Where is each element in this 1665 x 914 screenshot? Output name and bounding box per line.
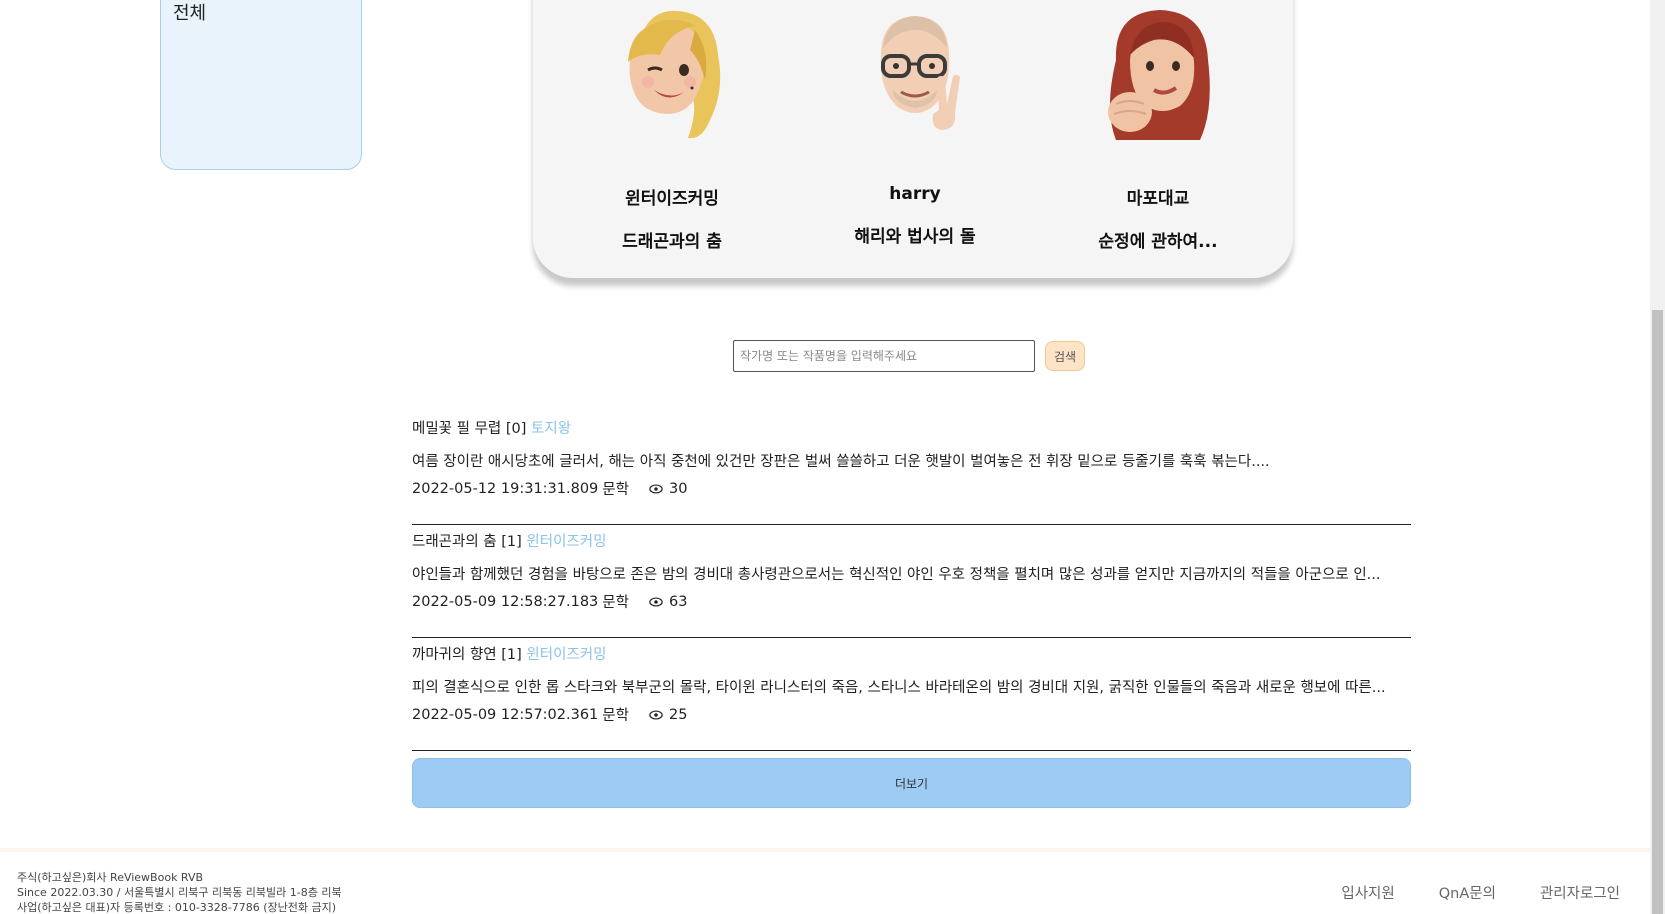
list-item[interactable]: 메밀꽃 필 무렵 [0] 토지왕 여름 장이란 애시당초에 글러서, 해는 아직… — [412, 412, 1411, 525]
review-meta: 2022-05-12 19:31:31.809 문학 30 — [412, 478, 687, 499]
bald-man-glasses-peace-memoji-icon — [853, 0, 977, 150]
review-author-link[interactable]: 윈터이즈커밍 — [526, 647, 606, 663]
author-book-title: 해리와 법사의 돌 — [854, 227, 976, 247]
author-name: 윈터이즈커밍 — [625, 189, 719, 209]
review-author-link[interactable]: 토지왕 — [531, 421, 571, 437]
list-item[interactable]: 까마귀의 향연 [1] 윈터이즈커밍 피의 결혼식으로 인한 롭 스타크와 북부… — [412, 638, 1411, 751]
view-count: 25 — [668, 706, 688, 723]
view-count: 30 — [668, 480, 688, 497]
review-title-line: 까마귀의 향연 [1] 윈터이즈커밍 — [412, 643, 606, 664]
eye-icon — [649, 596, 663, 607]
review-date: 2022-05-12 19:31:31.809 — [412, 480, 599, 497]
review-title-line: 메밀꽃 필 무렵 [0] 토지왕 — [412, 417, 571, 438]
review-meta: 2022-05-09 12:57:02.361 문학 25 — [412, 704, 687, 725]
featured-authors-card: 윈터이즈커밍 드래곤과의 춤 harry 해리와 법사의 돌 마포대교 순정에 … — [533, 0, 1293, 278]
review-category: 문학 — [602, 708, 629, 724]
load-more-button[interactable]: 더보기 — [412, 758, 1411, 808]
review-list: 메밀꽃 필 무렵 [0] 토지왕 여름 장이란 애시당초에 글러서, 해는 아직… — [412, 412, 1411, 751]
footer-company-info: 주식(하고싶은)회사 ReViewBook RVB Since 2022.03.… — [17, 870, 342, 914]
review-title[interactable]: 까마귀의 향연 [1] — [412, 647, 522, 663]
blonde-woman-winking-memoji-icon — [610, 0, 734, 150]
review-category: 문학 — [602, 482, 629, 498]
footer-link-careers[interactable]: 입사지원 — [1341, 882, 1394, 903]
search-button[interactable]: 검색 — [1045, 341, 1086, 371]
category-all[interactable]: 전체 — [173, 0, 206, 25]
author-card-3[interactable]: 마포대교 순정에 관하여... — [1068, 0, 1248, 252]
footer-link-qna[interactable]: QnA문의 — [1439, 882, 1496, 903]
author-name: 마포대교 — [1126, 189, 1190, 209]
review-title[interactable]: 메밀꽃 필 무렵 [0] — [412, 421, 526, 437]
footer-links: 입사지원 QnA문의 관리자로그인 — [1341, 882, 1620, 903]
author-card-2[interactable]: harry 해리와 법사의 돌 — [825, 0, 1005, 247]
review-author-link[interactable]: 윈터이즈커밍 — [526, 534, 606, 550]
review-title[interactable]: 드래곤과의 춤 [1] — [412, 534, 522, 550]
author-book-title: 순정에 관하여... — [1098, 232, 1218, 252]
review-date: 2022-05-09 12:57:02.361 — [412, 706, 599, 723]
scrollbar-thumb[interactable] — [1652, 310, 1663, 914]
eye-icon — [649, 709, 663, 720]
footer-line-registration: 사업(하고싶은 대표)자 등록번호 : 010-3328-7786 (장난전화 … — [17, 901, 337, 914]
review-date: 2022-05-09 12:58:27.183 — [412, 593, 599, 610]
review-category: 문학 — [602, 595, 629, 611]
search-input[interactable] — [733, 340, 1035, 372]
review-excerpt: 피의 결혼식으로 인한 롭 스타크와 북부군의 몰락, 타이윈 라니스터의 죽음… — [412, 680, 1386, 696]
review-title-line: 드래곤과의 춤 [1] 윈터이즈커밍 — [412, 530, 606, 551]
footer-link-admin-login[interactable]: 관리자로그인 — [1540, 882, 1620, 903]
footer-line-company: 주식(하고싶은)회사 ReViewBook RVB — [17, 871, 204, 884]
scrollbar[interactable] — [1650, 0, 1665, 914]
eye-icon — [649, 483, 663, 494]
footer-divider — [0, 848, 1650, 852]
author-book-title: 드래곤과의 춤 — [622, 232, 722, 252]
author-card-1[interactable]: 윈터이즈커밍 드래곤과의 춤 — [582, 0, 762, 252]
red-hair-woman-fist-memoji-icon — [1096, 0, 1220, 150]
review-excerpt: 야인들과 함께했던 경험을 바탕으로 존은 밤의 경비대 총사령관으로서는 혁신… — [412, 567, 1381, 583]
author-name: harry — [889, 184, 941, 204]
search-bar: 검색 — [733, 340, 1086, 372]
view-count: 63 — [668, 593, 688, 610]
list-item[interactable]: 드래곤과의 춤 [1] 윈터이즈커밍 야인들과 함께했던 경험을 바탕으로 존은… — [412, 525, 1411, 638]
category-sidebar: 전체 — [160, 0, 362, 170]
footer-line-address: Since 2022.03.30 / 서울특별시 리북구 리북동 리북빌라 1-… — [17, 886, 342, 899]
review-meta: 2022-05-09 12:58:27.183 문학 63 — [412, 591, 687, 612]
review-excerpt: 여름 장이란 애시당초에 글러서, 해는 아직 중천에 있건만 장판은 벌써 쓸… — [412, 454, 1270, 470]
